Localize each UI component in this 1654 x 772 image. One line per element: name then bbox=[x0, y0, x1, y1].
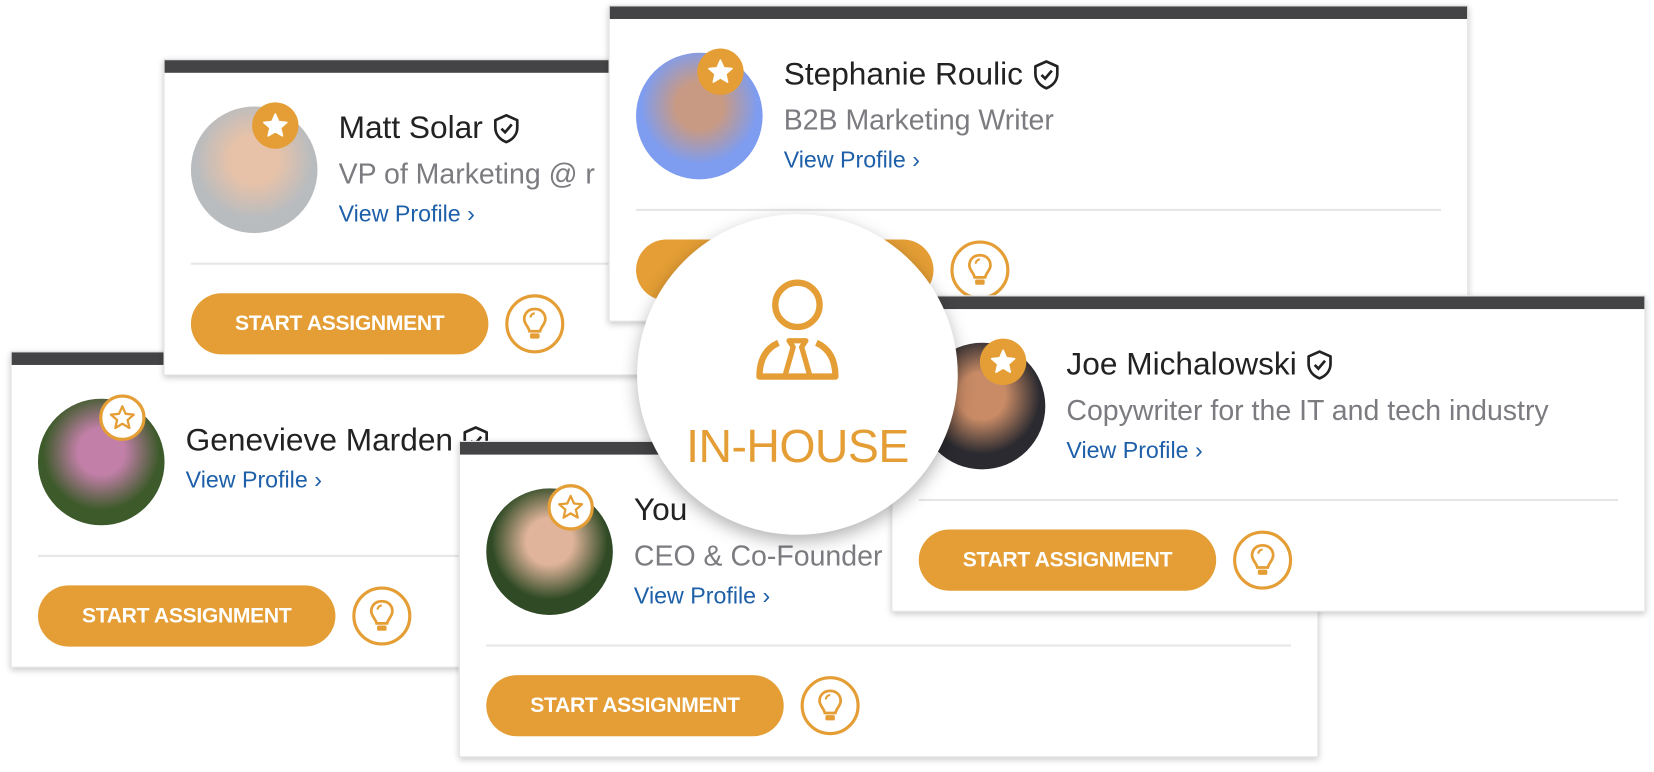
lightbulb-icon[interactable] bbox=[1233, 530, 1293, 590]
profile-name-text: You bbox=[633, 492, 688, 528]
view-profile-link[interactable]: View Profile › bbox=[634, 582, 770, 609]
start-assignment-button[interactable]: START ASSIGNMENT bbox=[918, 529, 1217, 591]
lightbulb-icon[interactable] bbox=[950, 240, 1010, 300]
verified-shield-icon bbox=[493, 113, 519, 144]
profile-name-text: Stephanie Roulic bbox=[783, 56, 1023, 92]
profile-subtitle: Copywriter for the IT and tech industry bbox=[1066, 394, 1549, 427]
verified-shield-icon bbox=[1307, 350, 1333, 380]
profile-cards-collage: IN-HOUSE Genevieve Marden View Profile ›… bbox=[0, 0, 1654, 772]
profile-name: Joe Michalowski bbox=[1066, 347, 1334, 383]
start-assignment-button[interactable]: START ASSIGNMENT bbox=[190, 293, 489, 355]
star-icon bbox=[99, 394, 146, 441]
profile-name: Stephanie Roulic bbox=[784, 57, 1061, 93]
profile-card: Joe Michalowski Copywriter for the IT an… bbox=[891, 295, 1646, 612]
profile-subtitle: VP of Marketing @ r bbox=[338, 158, 595, 190]
star-icon bbox=[252, 102, 299, 149]
divider bbox=[486, 644, 1292, 647]
profile-name-text: Matt Solar bbox=[338, 110, 483, 146]
start-assignment-button[interactable]: START ASSIGNMENT bbox=[37, 585, 336, 647]
profile-name-text: Genevieve Marden bbox=[185, 422, 454, 458]
divider bbox=[636, 208, 1441, 211]
profile-subtitle: B2B Marketing Writer bbox=[783, 104, 1054, 137]
verified-shield-icon bbox=[1033, 60, 1059, 90]
profile-subtitle: CEO & Co-Founder bbox=[633, 540, 883, 572]
person-with-tie-icon bbox=[756, 279, 839, 380]
lightbulb-icon[interactable] bbox=[352, 586, 412, 646]
star-icon bbox=[697, 48, 744, 95]
view-profile-link[interactable]: View Profile › bbox=[784, 147, 920, 174]
card-header-bar bbox=[892, 296, 1645, 310]
profile-name: Matt Solar bbox=[339, 111, 521, 147]
in-house-label: IN-HOUSE bbox=[686, 420, 909, 473]
star-icon bbox=[547, 484, 594, 531]
view-profile-link[interactable]: View Profile › bbox=[339, 200, 475, 227]
lightbulb-icon[interactable] bbox=[505, 294, 565, 354]
in-house-badge: IN-HOUSE bbox=[637, 214, 958, 535]
view-profile-link[interactable]: View Profile › bbox=[186, 466, 322, 493]
profile-name: Genevieve Marden bbox=[186, 423, 491, 459]
card-header-bar bbox=[609, 6, 1468, 19]
lightbulb-icon[interactable] bbox=[800, 676, 860, 736]
profile-name: You bbox=[634, 493, 687, 529]
star-icon bbox=[979, 338, 1027, 386]
profile-name-text: Joe Michalowski bbox=[1066, 347, 1297, 382]
view-profile-link[interactable]: View Profile › bbox=[1066, 437, 1202, 464]
start-assignment-button[interactable]: START ASSIGNMENT bbox=[486, 675, 784, 737]
divider bbox=[918, 498, 1619, 502]
